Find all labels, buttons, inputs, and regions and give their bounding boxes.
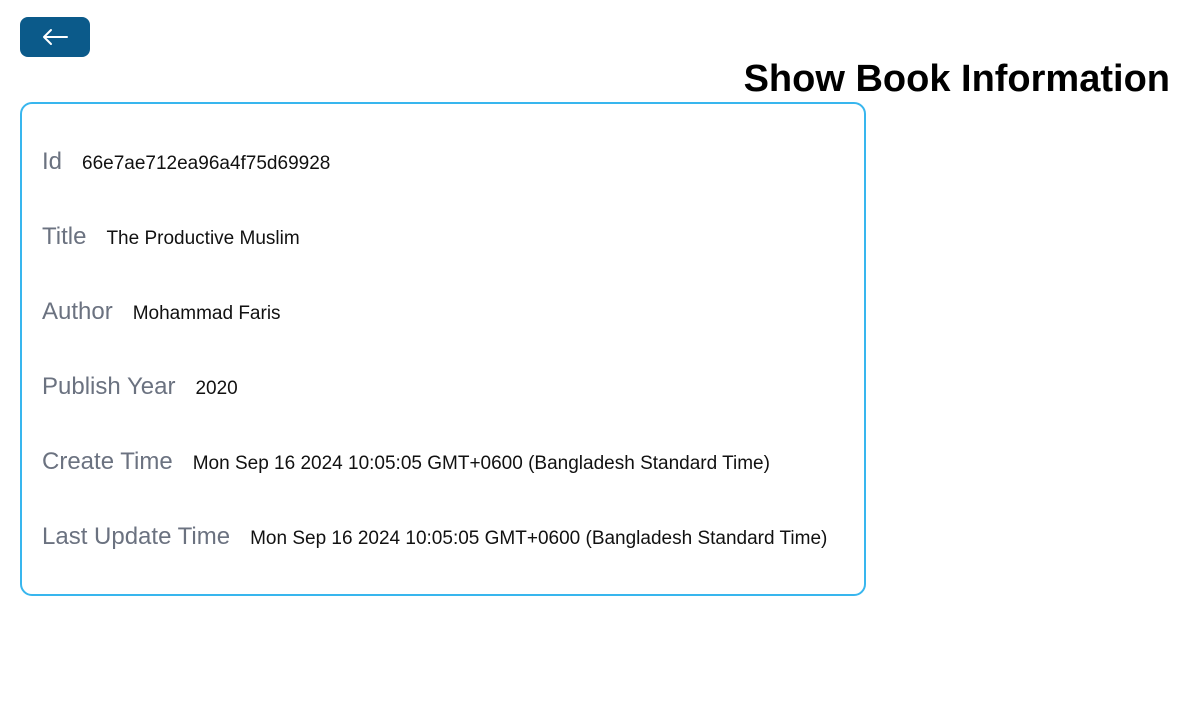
- info-label-publish-year: Publish Year: [42, 373, 176, 400]
- info-value-title: The Productive Muslim: [106, 228, 300, 249]
- info-row-id: Id 66e7ae712ea96a4f75d69928: [42, 148, 330, 176]
- info-value-create-time: Mon Sep 16 2024 10:05:05 GMT+0600 (Bangl…: [192, 453, 770, 474]
- info-row-publish-year: Publish Year 2020: [42, 373, 238, 401]
- info-value-last-update-time: Mon Sep 16 2024 10:05:05 GMT+0600 (Bangl…: [250, 528, 828, 549]
- info-value-publish-year: 2020: [195, 378, 238, 399]
- page-title: Show Book Information: [743, 58, 1170, 100]
- info-value-id: 66e7ae712ea96a4f75d69928: [82, 153, 331, 174]
- info-value-author: Mohammad Faris: [132, 303, 281, 324]
- info-row-create-time: Create Time Mon Sep 16 2024 10:05:05 GMT…: [42, 448, 770, 476]
- info-label-last-update-time: Last Update Time: [42, 523, 231, 550]
- arrow-left-icon: [41, 28, 69, 46]
- info-label-title: Title: [42, 223, 87, 250]
- info-label-create-time: Create Time: [42, 448, 173, 475]
- info-row-last-update-time: Last Update Time Mon Sep 16 2024 10:05:0…: [42, 523, 827, 551]
- back-button[interactable]: [20, 17, 90, 57]
- info-row-title: Title The Productive Muslim: [42, 223, 300, 251]
- page: Show Book Information Id 66e7ae712ea96a4…: [0, 0, 1198, 728]
- info-label-author: Author: [42, 298, 113, 325]
- info-label-id: Id: [42, 148, 63, 175]
- book-info-card: Id 66e7ae712ea96a4f75d69928 Title The Pr…: [20, 102, 866, 596]
- info-row-author: Author Mohammad Faris: [42, 298, 281, 326]
